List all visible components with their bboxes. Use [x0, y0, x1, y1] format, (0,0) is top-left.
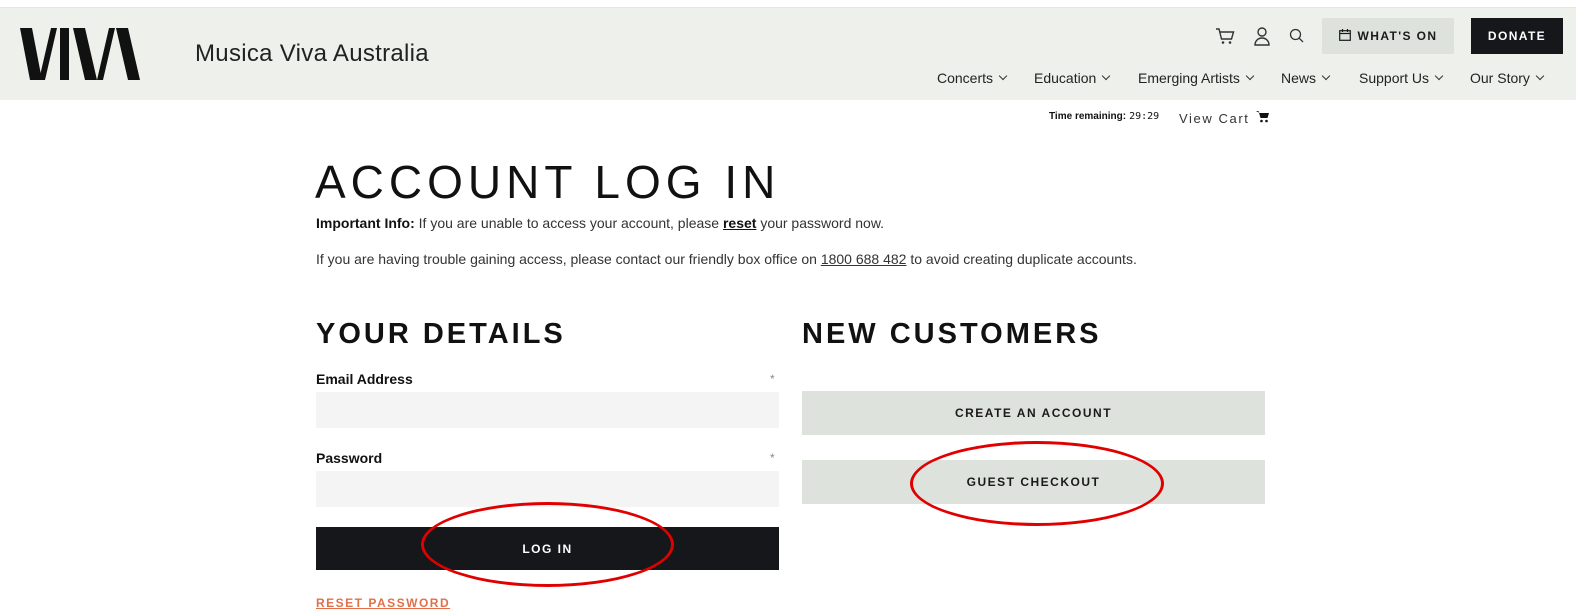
top-border	[0, 0, 1576, 8]
nav-concerts[interactable]: Concerts	[937, 68, 1008, 88]
time-remaining-value: 29:29	[1129, 111, 1160, 122]
nav-news[interactable]: News	[1281, 68, 1331, 88]
your-details-title: YOUR DETAILS	[316, 318, 566, 350]
login-button[interactable]: LOG IN	[316, 527, 779, 570]
chevron-down-icon	[1535, 71, 1545, 81]
guest-checkout-button[interactable]: GUEST CHECKOUT	[802, 460, 1265, 504]
important-info-label: Important Info:	[316, 215, 415, 231]
view-cart-link[interactable]: View Cart	[1179, 110, 1270, 126]
chevron-down-icon	[998, 71, 1008, 81]
important-info: Important Info: If you are unable to acc…	[316, 215, 885, 231]
time-remaining: Time remaining: 29:29	[1049, 111, 1160, 122]
account-icon[interactable]	[1252, 26, 1272, 46]
chevron-down-icon	[1102, 71, 1111, 81]
email-field[interactable]	[316, 392, 779, 428]
site-header: Musica Viva Australia WHAT'S ON DONATE C…	[0, 8, 1576, 100]
password-label: Password	[316, 450, 383, 466]
cart-icon	[1255, 110, 1270, 126]
donate-button[interactable]: DONATE	[1471, 18, 1563, 54]
phone-link[interactable]: 1800 688 482	[821, 251, 907, 267]
reset-password-link[interactable]: RESET PASSWORD	[316, 596, 450, 610]
required-mark: *	[770, 372, 775, 386]
site-name[interactable]: Musica Viva Australia	[195, 40, 429, 68]
reset-link[interactable]: reset	[723, 215, 756, 231]
site-logo[interactable]	[20, 28, 140, 82]
whats-on-button[interactable]: WHAT'S ON	[1322, 18, 1454, 54]
chevron-down-icon	[1245, 71, 1255, 81]
trouble-info: If you are having trouble gaining access…	[316, 251, 1137, 267]
create-account-button[interactable]: CREATE AN ACCOUNT	[802, 391, 1265, 435]
whats-on-label: WHAT'S ON	[1357, 29, 1438, 43]
new-customers-title: NEW CUSTOMERS	[802, 318, 1102, 350]
nav-our-story[interactable]: Our Story	[1470, 68, 1545, 88]
nav-emerging-artists[interactable]: Emerging Artists	[1138, 68, 1255, 88]
page-title: ACCOUNT LOG IN	[315, 156, 781, 208]
nav-support-us[interactable]: Support Us	[1359, 68, 1444, 88]
chevron-down-icon	[1321, 71, 1331, 81]
search-icon[interactable]	[1288, 27, 1306, 45]
password-field[interactable]	[316, 471, 779, 507]
email-label: Email Address	[316, 371, 413, 387]
nav-education[interactable]: Education	[1034, 68, 1111, 88]
calendar-icon	[1338, 28, 1351, 44]
required-mark: *	[770, 451, 775, 465]
chevron-down-icon	[1434, 71, 1444, 81]
cart-icon[interactable]	[1215, 26, 1235, 46]
